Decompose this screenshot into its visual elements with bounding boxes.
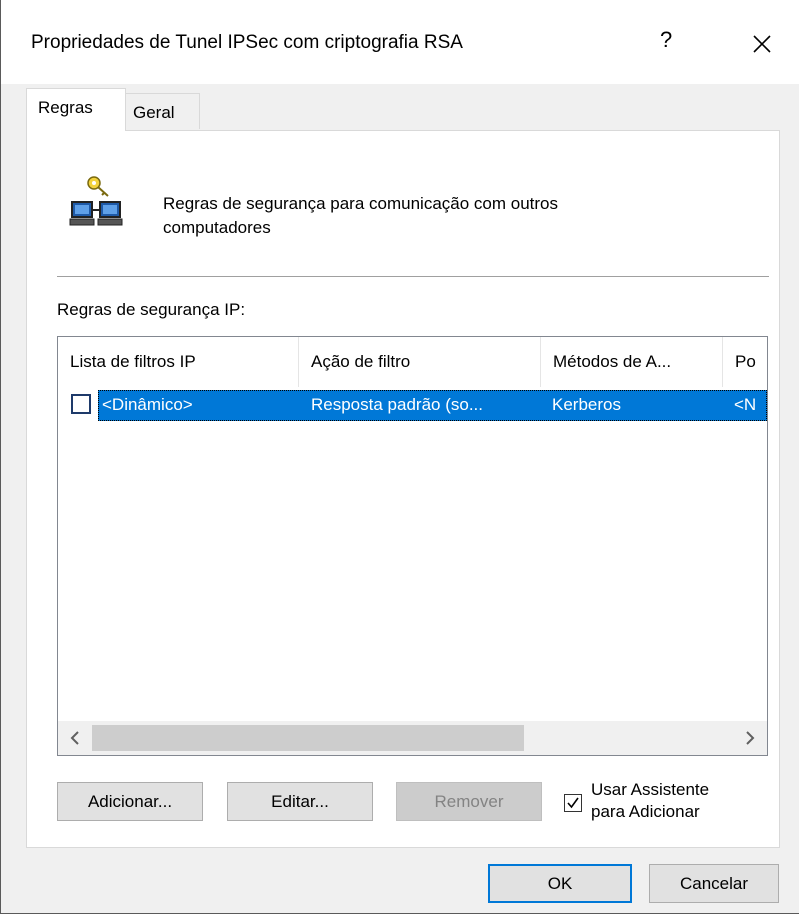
help-button[interactable]: ? <box>660 27 672 53</box>
networked-computers-key-icon <box>68 172 130 239</box>
cell-filter-list: <Dinâmico> <box>102 395 193 414</box>
cell-auth-methods: Kerberos <box>552 395 621 414</box>
remove-button[interactable]: Remover <box>396 782 542 821</box>
wizard-label-line2: para Adicionar <box>591 802 700 821</box>
wizard-checkbox[interactable] <box>564 794 582 812</box>
column-header-filter-list[interactable]: Lista de filtros IP <box>58 337 299 387</box>
cell-po: <N <box>734 395 757 414</box>
wizard-label[interactable]: Usar Assistente para Adicionar <box>591 779 709 823</box>
wizard-label-line1: Usar Assistente <box>591 780 710 799</box>
cancel-button[interactable]: Cancelar <box>649 864 779 903</box>
scroll-thumb[interactable] <box>92 725 524 751</box>
scroll-right-button[interactable] <box>733 721 767 755</box>
dialog-window: Propriedades de Tunel IPSec com criptogr… <box>0 0 799 914</box>
header-description: Regras de segurança para comunicação com… <box>163 192 703 240</box>
ok-button[interactable]: OK <box>488 864 632 903</box>
chevron-left-icon <box>70 731 79 745</box>
rules-listview[interactable]: Lista de filtros IP Ação de filtro Métod… <box>57 336 768 756</box>
edit-button[interactable]: Editar... <box>227 782 373 821</box>
column-header-auth-methods[interactable]: Métodos de A... <box>541 337 723 387</box>
header-description-line2: computadores <box>163 218 271 237</box>
checkmark-icon <box>567 797 579 809</box>
tab-geral[interactable]: Geral <box>125 93 200 129</box>
column-header-filter-action[interactable]: Ação de filtro <box>299 337 541 387</box>
column-header-po[interactable]: Po <box>723 337 767 387</box>
cell-filter-action: Resposta padrão (so... <box>311 395 483 414</box>
close-icon <box>753 35 771 53</box>
chevron-right-icon <box>746 731 755 745</box>
rule-checkbox[interactable] <box>71 394 91 414</box>
add-button[interactable]: Adicionar... <box>57 782 203 821</box>
horizontal-scrollbar[interactable] <box>58 721 767 755</box>
separator <box>57 276 769 277</box>
table-row[interactable]: <Dinâmico> Resposta padrão (so... Kerber… <box>58 390 767 421</box>
tab-regras[interactable]: Regras <box>26 88 126 131</box>
title-bar: Propriedades de Tunel IPSec com criptogr… <box>1 0 799 84</box>
window-title: Propriedades de Tunel IPSec com criptogr… <box>31 32 463 53</box>
rules-label: Regras de segurança IP: <box>57 300 246 319</box>
close-button[interactable] <box>745 27 779 61</box>
header-description-line1: Regras de segurança para comunicação com… <box>163 194 558 213</box>
scroll-left-button[interactable] <box>58 721 92 755</box>
